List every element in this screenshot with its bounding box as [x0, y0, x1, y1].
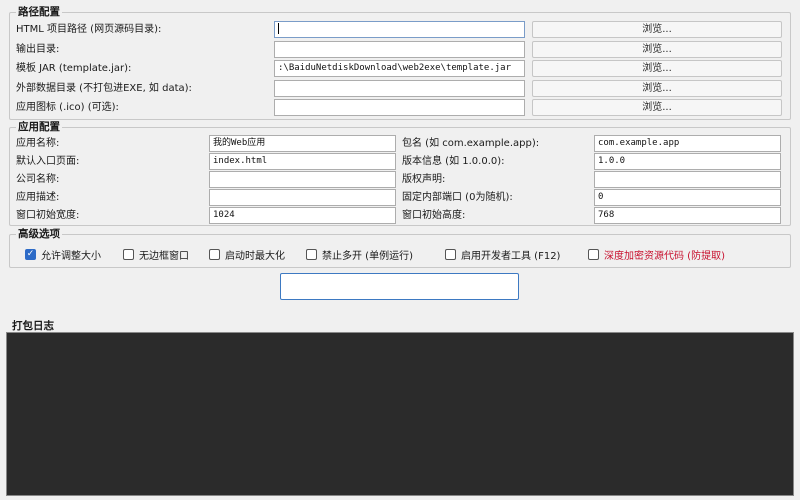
build-log-title: 打包日志	[10, 320, 56, 332]
checkbox-icon[interactable]	[209, 248, 220, 260]
window-height-input[interactable]: 768	[594, 207, 781, 224]
app-name-input[interactable]: 我的Web应用	[209, 135, 396, 152]
window-height-label: 窗口初始高度:	[402, 210, 466, 221]
port-label: 固定内部端口 (0为随机):	[402, 192, 513, 203]
app-config-title: 应用配置	[16, 121, 62, 133]
template-jar-browse-button[interactable]: 浏览...	[532, 60, 782, 77]
build-log-output[interactable]	[6, 332, 794, 496]
app-icon-label: 应用图标 (.ico) (可选):	[16, 102, 119, 113]
option-allow-resize[interactable]: ✓ 允许调整大小	[25, 247, 101, 262]
checkbox-checked-icon[interactable]: ✓	[25, 248, 36, 260]
option-borderless[interactable]: 无边框窗口	[123, 247, 189, 262]
option-deep-encrypt[interactable]: 深度加密资源代码 (防提取)	[588, 247, 725, 262]
version-label: 版本信息 (如 1.0.0.0):	[402, 156, 505, 167]
external-data-browse-button[interactable]: 浏览...	[532, 80, 782, 97]
output-dir-input[interactable]	[274, 41, 525, 58]
entry-page-input[interactable]: index.html	[209, 153, 396, 170]
port-input[interactable]: 0	[594, 189, 781, 206]
copyright-label: 版权声明:	[402, 174, 446, 185]
window-width-label: 窗口初始宽度:	[16, 210, 80, 221]
text-caret	[278, 23, 279, 34]
advanced-options-title: 高级选项	[16, 228, 62, 240]
output-dir-browse-button[interactable]: 浏览...	[532, 41, 782, 58]
checkbox-icon[interactable]	[445, 248, 456, 260]
app-icon-input[interactable]	[274, 99, 525, 116]
template-jar-input[interactable]: :\BaiduNetdiskDownload\web2exe\template.…	[274, 60, 525, 77]
build-button[interactable]	[280, 273, 519, 300]
external-data-input[interactable]	[274, 80, 525, 97]
package-name-label: 包名 (如 com.example.app):	[402, 138, 540, 149]
option-dev-tools[interactable]: 启用开发者工具 (F12)	[445, 247, 560, 262]
company-label: 公司名称:	[16, 174, 60, 185]
description-label: 应用描述:	[16, 192, 60, 203]
entry-page-label: 默认入口页面:	[16, 156, 80, 167]
html-path-browse-button[interactable]: 浏览...	[532, 21, 782, 38]
app-name-label: 应用名称:	[16, 138, 60, 149]
external-data-label: 外部数据目录 (不打包进EXE, 如 data):	[16, 83, 192, 94]
package-name-input[interactable]: com.example.app	[594, 135, 781, 152]
template-jar-label: 模板 JAR (template.jar):	[16, 63, 132, 74]
copyright-input[interactable]	[594, 171, 781, 188]
version-input[interactable]: 1.0.0	[594, 153, 781, 170]
app-icon-browse-button[interactable]: 浏览...	[532, 99, 782, 116]
output-dir-label: 输出目录:	[16, 44, 60, 55]
checkbox-icon[interactable]	[588, 248, 599, 260]
checkbox-icon[interactable]	[123, 248, 134, 260]
description-input[interactable]	[209, 189, 396, 206]
window-width-input[interactable]: 1024	[209, 207, 396, 224]
option-single-instance[interactable]: 禁止多开 (单例运行)	[306, 247, 413, 262]
html-path-label: HTML 项目路径 (网页源码目录):	[16, 24, 162, 35]
option-start-maximized[interactable]: 启动时最大化	[209, 247, 285, 262]
checkbox-icon[interactable]	[306, 248, 317, 260]
html-path-input[interactable]	[274, 21, 525, 38]
company-input[interactable]	[209, 171, 396, 188]
path-config-title: 路径配置	[16, 6, 62, 18]
